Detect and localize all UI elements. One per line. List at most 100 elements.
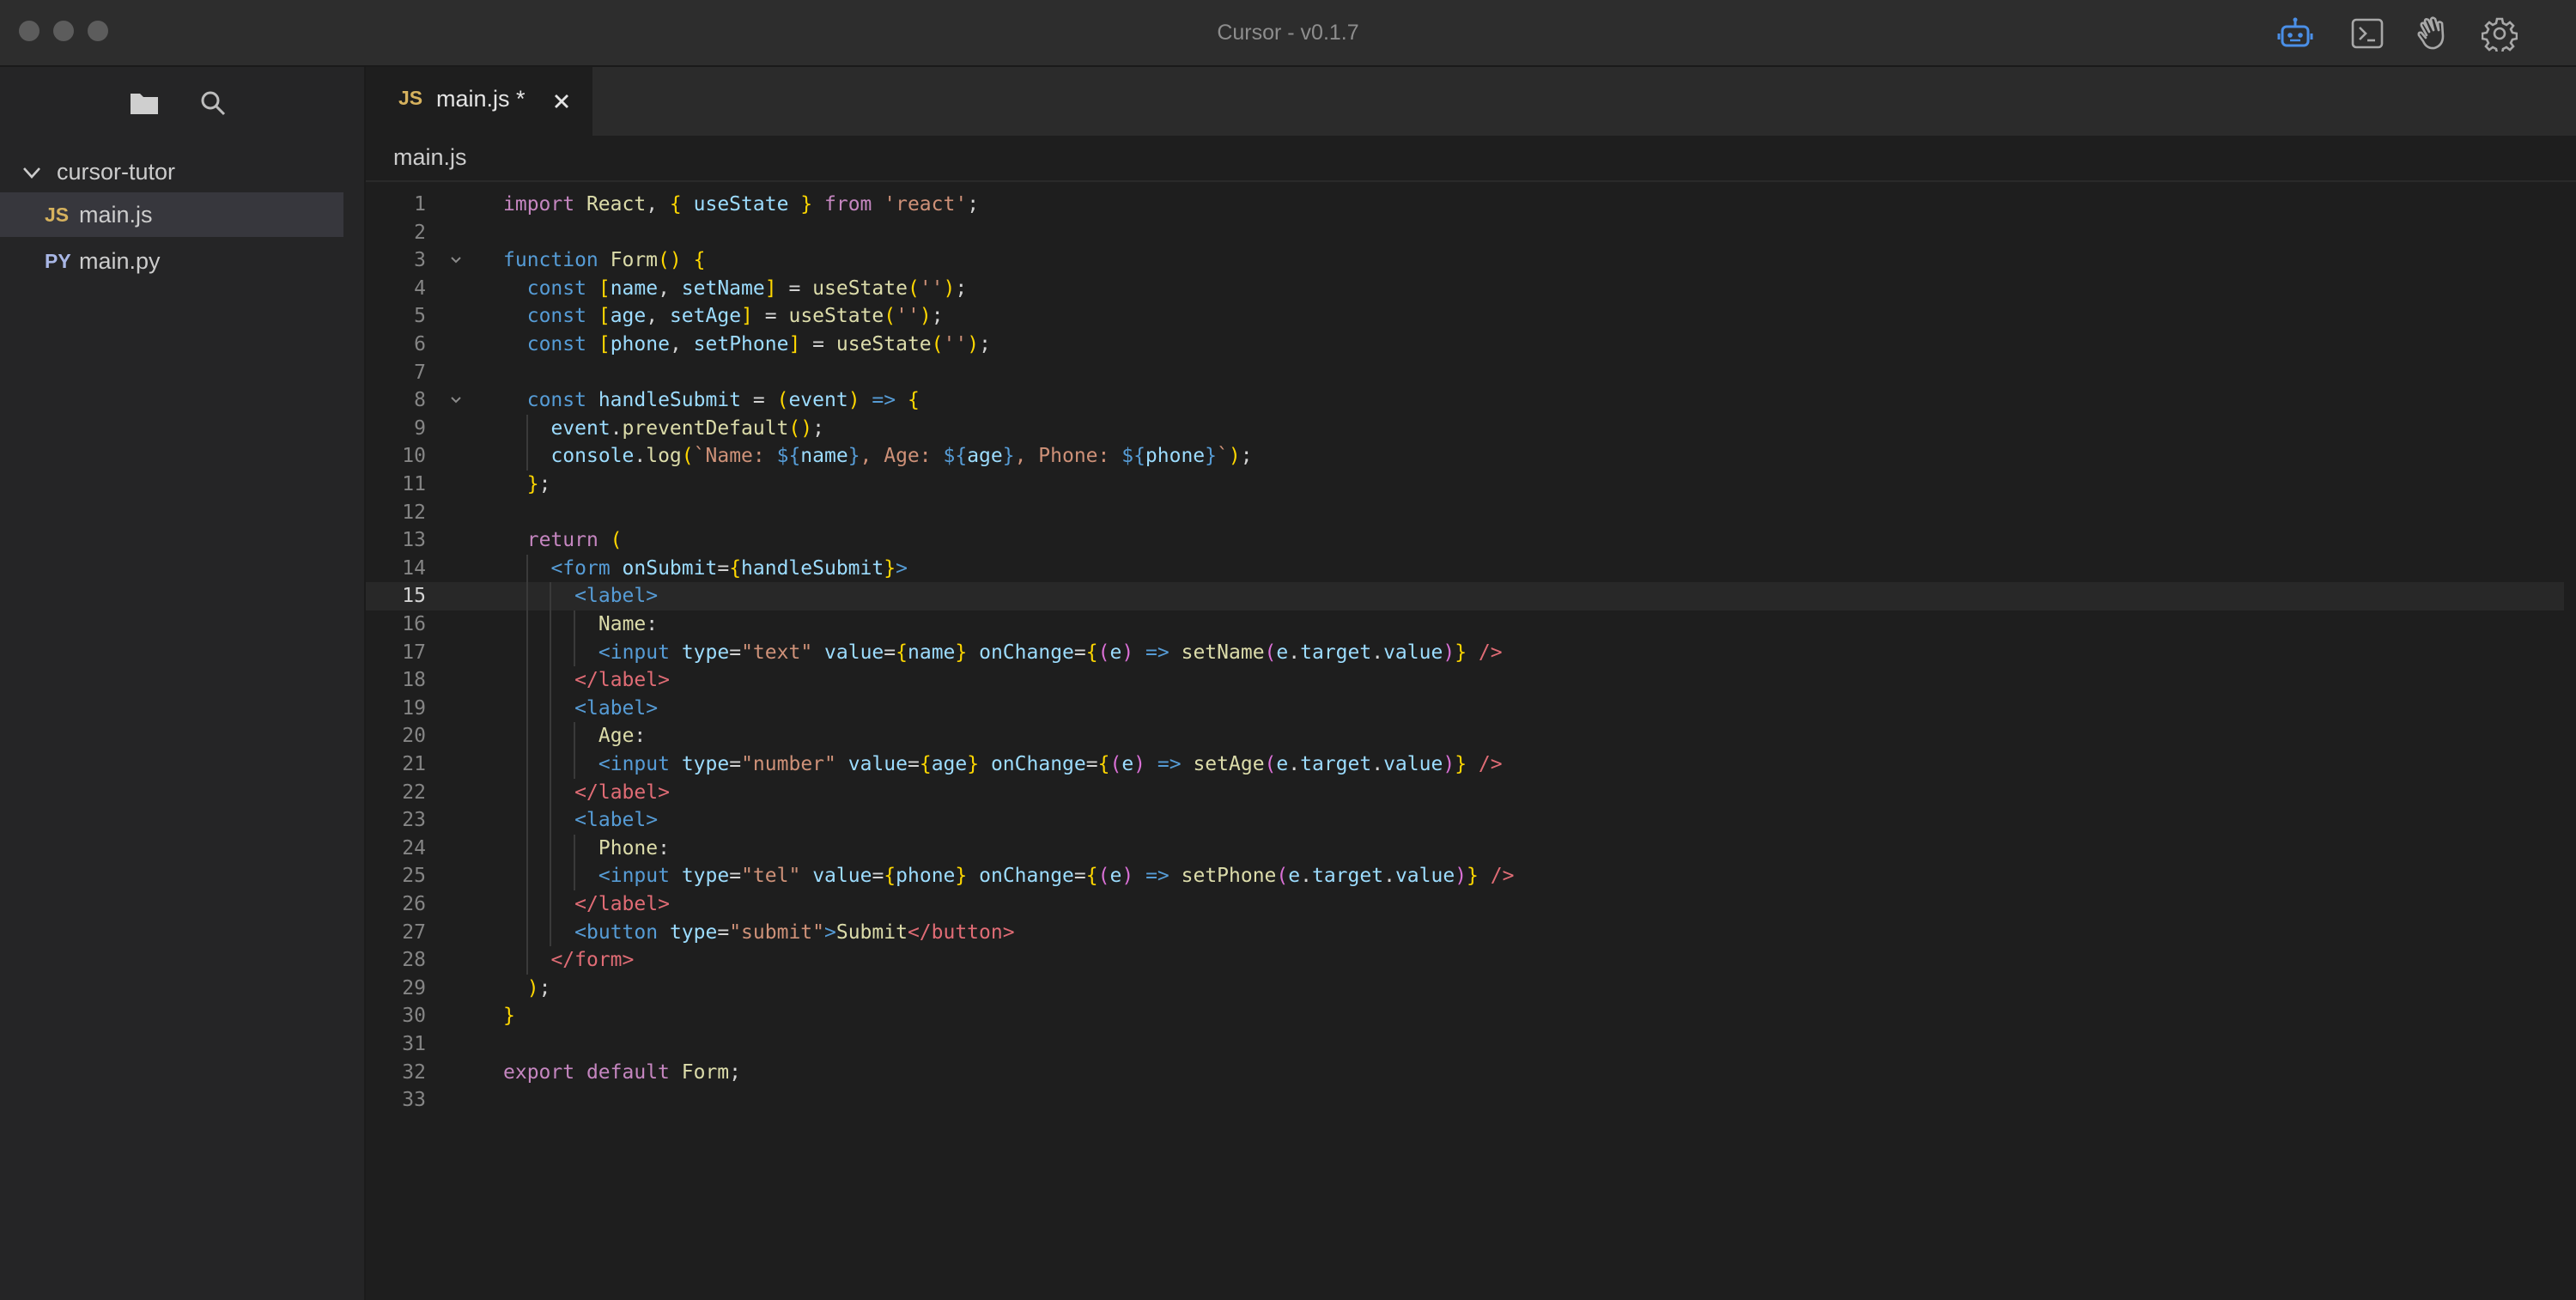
code-line-22[interactable]: 22 </label> (366, 778, 2564, 807)
code-text: const handleSubmit = (event) => { (526, 389, 920, 412)
file-name: main.js (79, 202, 153, 228)
code-text: console.log(`Name: ${name}, Age: ${age},… (550, 445, 1253, 468)
file-item-main-js[interactable]: JS main.js (0, 192, 343, 237)
code-line-13[interactable]: 13 return ( (366, 526, 2564, 555)
code-editor[interactable]: 1 import React, { useState } from 'react'… (366, 191, 2564, 1300)
code-text: const [phone, setPhone] = useState(''); (526, 333, 991, 355)
code-line-19[interactable]: 19 <label> (366, 694, 2564, 723)
chevron-down-icon (21, 161, 43, 184)
line-number: 25 (402, 865, 426, 888)
code-line-10[interactable]: 10 console.log(`Name: ${name}, Age: ${ag… (366, 442, 2564, 471)
code-text: <label> (574, 809, 659, 832)
line-number: 16 (402, 613, 426, 635)
code-line-20[interactable]: 20 Age: (366, 722, 2564, 750)
code-line-1[interactable]: 1 import React, { useState } from 'react'… (366, 191, 2564, 219)
code-line-29[interactable]: 29 ); (366, 975, 2564, 1003)
code-text: } (503, 1005, 515, 1028)
code-line-9[interactable]: 9 event.preventDefault(); (366, 414, 2564, 443)
code-text: ); (526, 976, 551, 999)
line-number: 13 (402, 529, 426, 552)
code-line-4[interactable]: 4 const [name, setName] = useState(''); (366, 275, 2564, 303)
code-line-2[interactable]: 2 (366, 219, 2564, 247)
tab-main-js[interactable]: JS main.js * (366, 67, 592, 136)
line-number: 29 (402, 976, 426, 999)
line-number: 27 (402, 920, 426, 944)
app-window: Cursor - v0.1.7 cursor-tutor JS main.js … (0, 0, 2576, 1300)
file-explorer-sidebar: cursor-tutor JS main.js PY main.py (0, 67, 366, 1300)
breadcrumb-file[interactable]: main.js (393, 144, 467, 171)
code-line-23[interactable]: 23 <label> (366, 806, 2564, 835)
line-number: 30 (402, 1005, 426, 1028)
code-text: </label> (574, 669, 670, 692)
robot-icon[interactable] (2277, 15, 2313, 52)
code-text: <button type="submit">Submit</button> (574, 920, 1015, 944)
code-line-7[interactable]: 7 (366, 359, 2564, 387)
code-line-32[interactable]: 32 export default Form; (366, 1059, 2564, 1087)
line-number: 24 (402, 836, 426, 860)
search-icon[interactable] (196, 86, 230, 120)
code-text: export default Form; (503, 1060, 741, 1084)
code-line-15[interactable]: 15 <label> (366, 582, 2564, 611)
fold-chevron-icon[interactable] (443, 386, 469, 414)
fold-chevron-icon[interactable] (443, 246, 469, 274)
code-line-5[interactable]: 5 const [age, setAge] = useState(''); (366, 302, 2564, 331)
line-number: 9 (414, 416, 426, 440)
line-number: 11 (402, 473, 426, 495)
file-item-main-py[interactable]: PY main.py (0, 239, 343, 283)
line-number: 23 (402, 809, 426, 832)
code-line-27[interactable]: 27 <button type="submit">Submit</button> (366, 918, 2564, 947)
code-line-18[interactable]: 18 </label> (366, 666, 2564, 695)
line-number: 21 (402, 753, 426, 775)
tab-label: main.js * (436, 86, 526, 112)
line-number: 22 (402, 781, 426, 804)
py-file-icon: PY (45, 250, 71, 272)
code-text: }; (526, 473, 551, 495)
code-line-16[interactable]: 16 Name: (366, 611, 2564, 639)
code-line-25[interactable]: 25 <input type="tel" value={phone} onCha… (366, 862, 2564, 890)
line-number: 18 (402, 669, 426, 692)
line-number: 20 (402, 725, 426, 748)
js-file-icon: JS (398, 87, 423, 109)
code-text: <label> (574, 696, 659, 720)
code-text: </label> (574, 893, 670, 915)
code-text: function Form() { (503, 249, 706, 272)
code-line-17[interactable]: 17 <input type="text" value={name} onCha… (366, 638, 2564, 667)
line-number: 6 (414, 333, 426, 355)
code-line-8[interactable]: 8 const handleSubmit = (event) => { (366, 386, 2564, 415)
window-title: Cursor - v0.1.7 (1217, 21, 1359, 45)
file-name: main.py (79, 248, 161, 274)
code-line-6[interactable]: 6 const [phone, setPhone] = useState('')… (366, 331, 2564, 359)
line-number: 28 (402, 949, 426, 972)
code-text: Phone: (598, 836, 670, 860)
code-line-31[interactable]: 31 (366, 1030, 2564, 1059)
code-line-12[interactable]: 12 (366, 499, 2564, 527)
code-text: Age: (598, 725, 647, 748)
line-number: 14 (402, 556, 426, 580)
code-line-24[interactable]: 24 Phone: (366, 834, 2564, 863)
line-number: 8 (414, 389, 426, 412)
code-text: <input type="text" value={name} onChange… (598, 641, 1503, 664)
code-line-3[interactable]: 3 function Form() { (366, 246, 2564, 275)
gear-icon[interactable] (2482, 15, 2518, 52)
hand-icon[interactable] (2415, 15, 2451, 52)
folder-cursor-tutor[interactable]: cursor-tutor (0, 153, 343, 191)
code-line-28[interactable]: 28 </form> (366, 946, 2564, 975)
breadcrumb: main.js (366, 136, 2576, 182)
code-line-26[interactable]: 26 </label> (366, 890, 2564, 919)
line-number: 7 (414, 361, 426, 384)
line-number: 4 (414, 276, 426, 300)
close-icon[interactable] (550, 89, 574, 113)
code-line-11[interactable]: 11 }; (366, 471, 2564, 499)
code-line-21[interactable]: 21 <input type="number" value={age} onCh… (366, 750, 2564, 779)
folder-icon[interactable] (127, 86, 161, 120)
line-number: 17 (402, 641, 426, 664)
code-line-33[interactable]: 33 (366, 1086, 2564, 1115)
line-number: 12 (402, 501, 426, 524)
code-text: <label> (574, 585, 659, 608)
code-line-14[interactable]: 14 <form onSubmit={handleSubmit}> (366, 554, 2564, 583)
code-line-30[interactable]: 30} (366, 1002, 2564, 1030)
terminal-icon[interactable] (2349, 15, 2385, 52)
line-number: 26 (402, 893, 426, 915)
code-text: <form onSubmit={handleSubmit}> (550, 556, 908, 580)
line-number: 3 (414, 249, 426, 272)
